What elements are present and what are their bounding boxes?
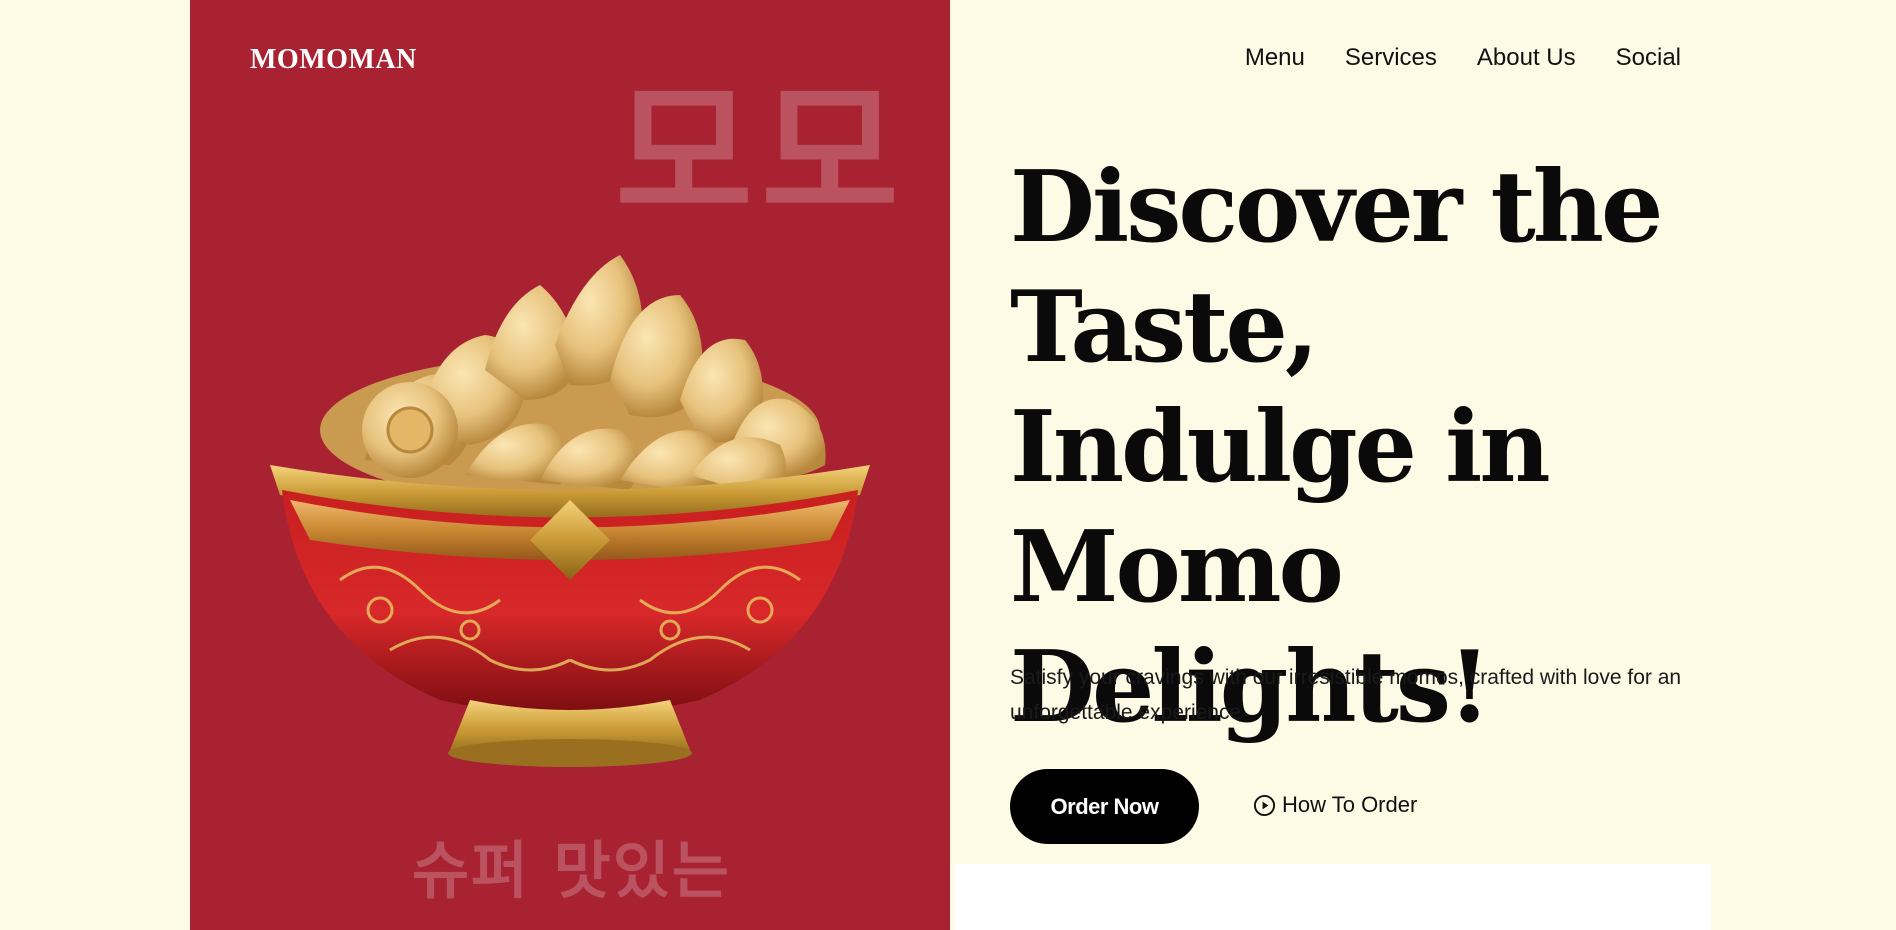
landing-page: MOMOMAN 모모 슈퍼 맛있는 Menu Services About Us… — [0, 0, 1896, 930]
nav-item-services[interactable]: Services — [1345, 44, 1437, 72]
momo-pile — [320, 255, 826, 505]
order-now-button[interactable]: Order Now — [1010, 769, 1199, 844]
hero-image-panel: MOMOMAN 모모 슈퍼 맛있는 — [190, 0, 950, 930]
nav-item-about-us[interactable]: About Us — [1477, 44, 1576, 72]
order-now-label: Order Now — [1050, 793, 1159, 819]
how-to-order-label: How To Order — [1282, 792, 1418, 817]
hero-subtitle: Satisfy your cravings with our irresisti… — [1010, 666, 1682, 724]
background-korean-text-bottom: 슈퍼 맛있는 — [412, 834, 731, 907]
brand-logo[interactable]: MOMOMAN — [250, 44, 417, 76]
nav-item-social[interactable]: Social — [1616, 44, 1681, 72]
hero-title: Discover the Taste, Indulge in Momo Deli… — [1010, 150, 1663, 745]
main-nav: Menu Services About Us Social — [1245, 44, 1681, 72]
content-card-edge — [955, 864, 1711, 930]
background-korean-text-top: 모모 — [615, 68, 908, 242]
nav-item-menu[interactable]: Menu — [1245, 44, 1305, 72]
how-to-order-button[interactable]: How To Order — [1253, 792, 1417, 818]
momo-bowl-image — [270, 255, 870, 767]
play-circle-icon — [1253, 794, 1276, 817]
